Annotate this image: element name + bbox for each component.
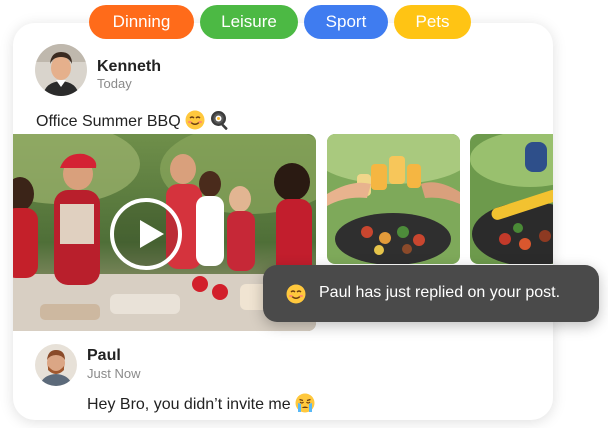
comment-text-label: Hey Bro, you didn’t invite me: [87, 396, 291, 413]
kenneth-avatar[interactable]: [35, 44, 87, 96]
tag-dinning[interactable]: Dinning: [89, 5, 194, 39]
category-tags: Dinning Leisure Sport Pets: [89, 5, 471, 39]
crying-face-icon: [295, 393, 315, 413]
drinks-toast-photo[interactable]: [327, 134, 460, 264]
post-time: Today: [97, 76, 132, 91]
tag-leisure[interactable]: Leisure: [200, 5, 298, 39]
play-button[interactable]: [110, 198, 182, 270]
paul-avatar[interactable]: [35, 344, 77, 386]
toast-message: Paul has just replied on your post.: [319, 284, 561, 301]
comment-text: Hey Bro, you didn’t invite me: [87, 393, 315, 414]
post-author-name[interactable]: Kenneth: [97, 58, 161, 76]
frying-pan-icon: [210, 110, 230, 130]
tag-sport[interactable]: Sport: [304, 5, 388, 39]
reply-notification-toast[interactable]: Paul has just replied on your post.: [263, 265, 599, 322]
comment-time: Just Now: [87, 366, 141, 381]
post-text-label: Office Summer BBQ: [36, 113, 181, 130]
post-text: Office Summer BBQ: [36, 110, 230, 131]
play-icon: [140, 220, 164, 248]
comment-author-name[interactable]: Paul: [87, 347, 121, 365]
post-card: Kenneth Today Office Summer BBQ Paul Jus…: [13, 23, 553, 420]
stage: Dinning Leisure Sport Pets Kenneth Today…: [0, 0, 608, 428]
grilled-corn-photo[interactable]: [470, 134, 553, 264]
smiling-face-icon: [185, 110, 205, 130]
tag-pets[interactable]: Pets: [394, 5, 471, 39]
smiling-face-icon: [286, 284, 306, 304]
